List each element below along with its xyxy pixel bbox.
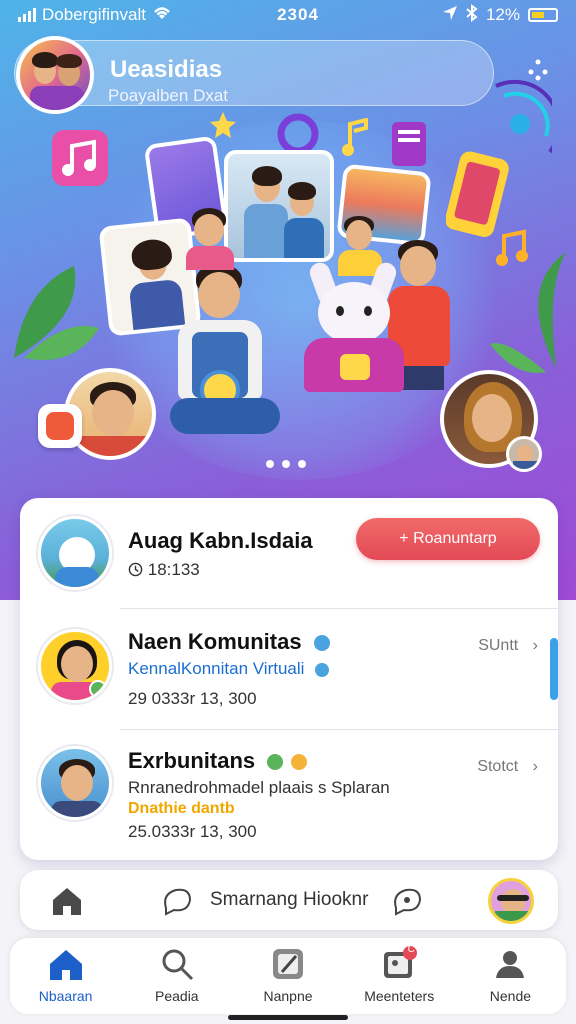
music-note-icon [342,118,368,156]
search-input[interactable]: Smarnang Hiooknr [210,889,368,911]
item-subtitle: KennalKonnitan Virtuali [128,659,330,679]
battery-percent: 12% [485,5,520,24]
page-title: Ueasidias [110,56,223,83]
tab-search[interactable]: Peadia [121,938,232,1014]
carrier-label: Dobergifinvalt [42,5,146,24]
item-time: 18:133 [128,560,200,580]
page-subtitle: Poayalben Dxat [108,86,229,105]
chat-bubble-icon[interactable] [160,884,194,918]
bluetooth-icon [466,3,478,27]
search-icon [162,949,193,981]
tab-gallery[interactable]: C Meenteters [344,938,455,1014]
status-bar: Dobergifinvalt 2304 12% [0,0,576,30]
status-dot-icon [267,754,284,771]
home-icon [49,950,82,980]
item-tag: Dnathie dantb [128,800,235,817]
tab-profile[interactable]: Nende [455,938,566,1014]
carousel-indicator[interactable] [266,460,306,468]
list-item[interactable]: Exrbunitans Rnranedrohmadel plaais s Spl… [20,730,558,858]
tab-label: Nbaaran [38,988,93,1004]
item-title: Auag Kabn.Isdaia [128,528,313,553]
home-icon[interactable] [50,884,84,918]
avatar [506,436,542,472]
item-title-text: Naen Komunitas [128,629,302,654]
item-subtitle-text: KennalKonnitan Virtuali [128,659,305,678]
child-illustration [180,208,240,270]
home-indicator [228,1015,348,1020]
avatar[interactable] [16,36,94,114]
tab-label: Peadia [155,988,199,1004]
chat-bubble-icon [38,404,82,448]
battery-icon [528,8,558,22]
music-note-icon [52,130,108,186]
status-dot-icon [291,754,308,771]
item-meta: 29 0333r 13, 300 [128,689,257,708]
join-button[interactable]: + Roanuntarp [356,518,540,560]
chevron-right-icon: › [532,637,538,654]
tab-label: Nende [489,988,532,1004]
item-time-text: 18:133 [147,560,200,579]
chat-bubble-icon[interactable] [390,884,424,918]
avatar [38,746,112,820]
child-illustration [170,262,280,442]
quick-action-bar[interactable]: Smarnang Hiooknr [20,870,558,930]
list-item[interactable]: Naen Komunitas KennalKonnitan Virtuali 2… [20,609,558,729]
clock-icon [128,560,148,579]
star-icon [210,112,236,138]
phone-icon [446,151,509,237]
chevron-right-icon: › [532,758,538,775]
item-title-text: Exrbunitans [128,748,256,773]
group-photo [224,150,334,262]
item-status[interactable]: Stotct › [477,758,538,776]
avatar [38,629,112,703]
list-item[interactable]: Auag Kabn.Isdaia 18:133 + Roanuntarp [20,498,558,608]
item-meta: 25.0333r 13, 300 [128,822,257,841]
mascot-illustration [300,259,410,392]
tab-label: Nanpne [263,988,313,1004]
item-status-text: Stotct [477,758,519,775]
item-title: Exrbunitans [128,748,308,774]
signal-icon [18,8,36,22]
tab-label: Meenteters [364,988,435,1004]
person-icon [496,951,525,978]
item-status-text: SUntt [478,637,519,654]
note-icon [273,949,303,979]
notification-badge: C [407,944,415,955]
item-status[interactable]: SUntt › [478,637,538,655]
leaf-icon [14,266,99,360]
tab-bar: Nbaaran Peadia Nanpne C Meenteters Nende [10,938,566,1014]
tab-notes[interactable]: Nanpne [232,938,343,1014]
verified-icon [313,635,330,652]
community-list: Auag Kabn.Isdaia 18:133 + Roanuntarp Nae… [20,498,558,860]
avatar [38,516,112,590]
wifi-icon [152,5,172,26]
scrollbar[interactable] [550,638,558,700]
location-icon [442,5,458,26]
item-subtitle: Rnranedrohmadel plaais s Splaran [128,778,390,797]
leaf-icon [490,252,566,373]
tab-home[interactable]: Nbaaran [10,938,121,1014]
verified-icon [315,662,330,677]
avatar[interactable] [488,878,534,924]
clock: 2304 [277,5,319,24]
item-title: Naen Komunitas [128,629,330,655]
document-icon [392,122,426,166]
